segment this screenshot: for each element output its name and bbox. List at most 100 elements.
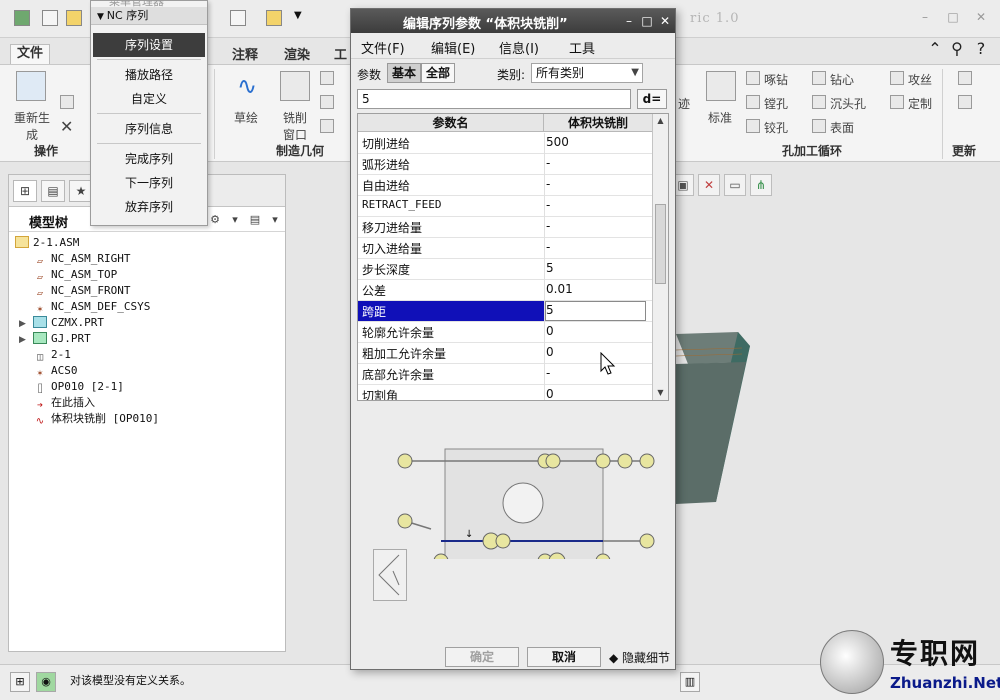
- folder-icon[interactable]: [266, 10, 282, 26]
- ream-icon[interactable]: [746, 119, 760, 133]
- delete-icon[interactable]: ✕: [60, 117, 73, 136]
- group-update[interactable]: 更新: [952, 141, 976, 161]
- menu-tools[interactable]: 工具: [569, 38, 595, 57]
- search-icon[interactable]: ⚲: [948, 40, 966, 58]
- parameter-value[interactable]: 5: [546, 261, 646, 275]
- mill-window-icon[interactable]: [280, 71, 310, 101]
- scroll-up-icon[interactable]: ▲: [653, 114, 668, 128]
- group-operations[interactable]: 操作: [34, 141, 58, 161]
- mill-window-button[interactable]: 铣削窗口: [280, 109, 310, 143]
- close-icon[interactable]: ✕: [974, 10, 988, 24]
- parameter-value[interactable]: 0: [546, 387, 646, 400]
- bore-button[interactable]: 镗孔: [764, 95, 788, 112]
- menu-item-quit-seq[interactable]: 放弃序列: [93, 195, 205, 219]
- view-icon[interactable]: ▭: [724, 174, 746, 196]
- new-file-icon[interactable]: [42, 10, 58, 26]
- dialog-close-icon[interactable]: ✕: [657, 13, 673, 29]
- cancel-button[interactable]: 取消: [527, 647, 601, 667]
- parameter-value[interactable]: 0.01: [546, 282, 646, 296]
- tree-node-datum-plane[interactable]: ▱ NC_ASM_FRONT: [33, 283, 131, 299]
- table-row[interactable]: 公差 0.01: [358, 280, 652, 301]
- csys-display-icon[interactable]: ⋔: [750, 174, 772, 196]
- group-manufacturing-geometry[interactable]: 制造几何: [276, 141, 324, 161]
- sketch-icon[interactable]: ∿: [232, 71, 262, 101]
- parameter-value[interactable]: 0: [546, 324, 646, 338]
- menu-item-customize[interactable]: 自定义: [93, 87, 205, 111]
- folder-browser-tab-icon[interactable]: ▤: [41, 180, 65, 202]
- expand-arrow-icon[interactable]: ▶: [19, 319, 29, 329]
- regenerate-button[interactable]: 重新生成: [14, 109, 50, 143]
- dialog-maximize-icon[interactable]: □: [639, 13, 655, 29]
- group-hole-cycles[interactable]: 孔加工循环: [782, 141, 842, 161]
- tree-node-csys[interactable]: ✶ NC_ASM_DEF_CSYS: [33, 299, 150, 315]
- tree-node-assembly[interactable]: 2-1.ASM: [15, 235, 79, 251]
- column-header-value[interactable]: 体积块铣削: [544, 114, 652, 132]
- table-row[interactable]: 轮廓允许余量 0: [358, 322, 652, 343]
- tree-settings-dropdown-icon[interactable]: ▾: [265, 211, 285, 229]
- regenerate-icon[interactable]: [16, 71, 46, 101]
- tree-node-part[interactable]: CZMX.PRT: [33, 315, 104, 331]
- model-tree-tab-icon[interactable]: ⊞: [13, 180, 37, 202]
- maximize-icon[interactable]: □: [946, 10, 960, 24]
- menu-item-done-seq[interactable]: 完成序列: [93, 147, 205, 171]
- tree-filter-dropdown-icon[interactable]: ▾: [225, 211, 245, 229]
- tap-icon[interactable]: [890, 71, 904, 85]
- scroll-down-icon[interactable]: ▼: [653, 386, 668, 400]
- tree-node-sequence[interactable]: ∿ 体积块铣削 [OP010]: [33, 411, 159, 427]
- category-select[interactable]: 所有类别 ▼: [531, 63, 643, 83]
- table-row[interactable]: 切割角 0: [358, 385, 652, 400]
- navigator-toggle-icon[interactable]: ⊞: [10, 672, 30, 692]
- tree-node-workcell[interactable]: ◫ 2-1: [33, 347, 71, 363]
- tree-node-datum-plane[interactable]: ▱ NC_ASM_TOP: [33, 267, 117, 283]
- qa-dropdown-icon[interactable]: ▼: [294, 10, 310, 26]
- menu-info[interactable]: 信息(I): [499, 38, 539, 57]
- browser-toggle-icon[interactable]: ◉: [36, 672, 56, 692]
- table-row[interactable]: 步长深度 5: [358, 259, 652, 280]
- parameter-value[interactable]: -: [546, 240, 646, 254]
- geometry-icon[interactable]: [320, 71, 334, 85]
- hide-details-button[interactable]: ◆ 隐藏细节: [609, 649, 670, 666]
- geometry2-icon[interactable]: [320, 95, 334, 109]
- menu-item-seq-info[interactable]: 序列信息: [93, 117, 205, 141]
- tree-settings-icon[interactable]: ▤: [245, 211, 265, 229]
- scrollbar-thumb[interactable]: [655, 204, 666, 284]
- menu-item-play-path[interactable]: 播放路径: [93, 63, 205, 87]
- tree-node-insert-here[interactable]: ➔ 在此插入: [33, 395, 95, 411]
- window-icon[interactable]: [230, 10, 246, 26]
- trace-button[interactable]: 迹: [678, 95, 690, 112]
- table-row[interactable]: 弧形进给 -: [358, 154, 652, 175]
- part-3d-view[interactable]: [676, 326, 756, 516]
- table-row[interactable]: RETRACT_FEED -: [358, 196, 652, 217]
- parameter-value[interactable]: -: [546, 177, 646, 191]
- open-folder-icon[interactable]: [66, 10, 82, 26]
- menu-item-next-seq[interactable]: 下一序列: [93, 171, 205, 195]
- parameter-value[interactable]: 0: [546, 345, 646, 359]
- collapse-ribbon-icon[interactable]: ⌃: [926, 40, 944, 58]
- parameter-value-input[interactable]: 5: [357, 89, 631, 109]
- parameter-value[interactable]: 500: [546, 135, 646, 149]
- standard-drill-icon[interactable]: [706, 71, 736, 101]
- parameter-value[interactable]: -: [546, 219, 646, 233]
- countersink-button[interactable]: 沉头孔: [830, 95, 866, 112]
- parameter-value[interactable]: -: [546, 156, 646, 170]
- update2-icon[interactable]: [958, 95, 972, 109]
- update-icon[interactable]: [958, 71, 972, 85]
- parameter-value[interactable]: 5: [546, 303, 646, 317]
- countersink-icon[interactable]: [812, 95, 826, 109]
- dialog-title-bar[interactable]: 编辑序列参数 “体积块铣削” – □ ✕: [351, 9, 675, 33]
- face-icon[interactable]: [812, 119, 826, 133]
- drill-button[interactable]: 钻心: [830, 71, 854, 88]
- tab-render[interactable]: 渲染: [284, 44, 310, 63]
- menu-edit[interactable]: 编辑(E): [431, 38, 475, 57]
- expand-arrow-icon[interactable]: ▶: [19, 335, 29, 345]
- table-row[interactable]: 跨距 5: [358, 301, 652, 322]
- parameter-value[interactable]: -: [546, 198, 646, 212]
- tree-node-csys[interactable]: ✶ ACS0: [33, 363, 78, 379]
- table-row[interactable]: 切削进给 500: [358, 133, 652, 154]
- all-toggle[interactable]: 全部: [421, 63, 455, 83]
- table-row[interactable]: 移刀进给量 -: [358, 217, 652, 238]
- sketch-button[interactable]: 草绘: [234, 109, 258, 126]
- column-header-name[interactable]: 参数名: [358, 114, 544, 132]
- dialog-minimize-icon[interactable]: –: [621, 13, 637, 29]
- custom-button[interactable]: 定制: [908, 95, 932, 112]
